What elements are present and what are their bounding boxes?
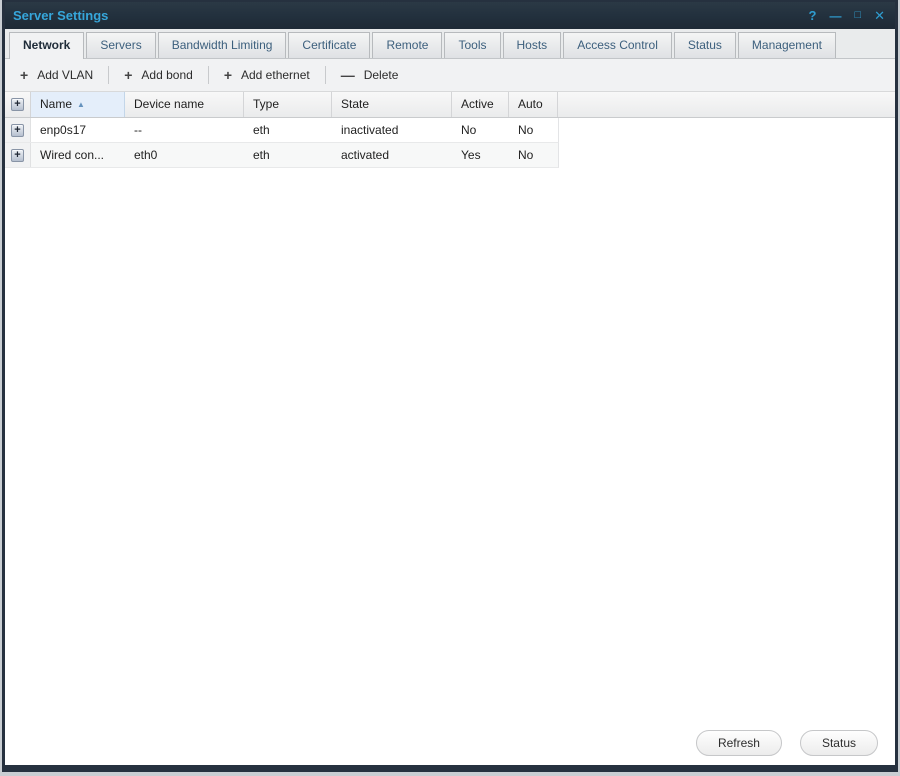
tab-remote[interactable]: Remote (372, 32, 442, 58)
expand-all-button[interactable]: + (5, 92, 31, 117)
cell-state: activated (332, 143, 452, 167)
toolbar-separator (208, 66, 209, 84)
delete-label: Delete (364, 68, 399, 82)
column-header-state[interactable]: State (332, 92, 452, 117)
tab-bar: Network Servers Bandwidth Limiting Certi… (5, 29, 895, 59)
tab-servers[interactable]: Servers (86, 32, 155, 58)
add-ethernet-button[interactable]: + Add ethernet (211, 63, 323, 87)
cell-name: Wired con... (31, 143, 125, 167)
tab-access-control[interactable]: Access Control (563, 32, 672, 58)
tab-management[interactable]: Management (738, 32, 836, 58)
tab-status[interactable]: Status (674, 32, 736, 58)
table-header: + Name ▲ Device name Type State Active A… (5, 92, 895, 118)
cell-device-name: eth0 (125, 143, 244, 167)
column-header-type[interactable]: Type (244, 92, 332, 117)
add-vlan-button[interactable]: + Add VLAN (7, 63, 106, 87)
row-expand-icon[interactable]: + (11, 124, 24, 137)
cell-auto: No (509, 118, 558, 142)
titlebar[interactable]: Server Settings ? — □ ✕ (5, 2, 895, 29)
window-title: Server Settings (13, 8, 108, 23)
close-icon[interactable]: ✕ (874, 9, 885, 22)
cell-active: No (452, 118, 509, 142)
column-header-filler (558, 92, 895, 117)
row-expander-cell: + (5, 143, 31, 167)
tab-network[interactable]: Network (9, 32, 84, 59)
column-header-active[interactable]: Active (452, 92, 509, 117)
refresh-button[interactable]: Refresh (696, 730, 782, 756)
plus-icon: + (224, 68, 232, 82)
table-row-wired-connection[interactable]: + Wired con... eth0 eth activated Yes No (5, 143, 559, 168)
maximize-icon[interactable]: □ (854, 10, 861, 21)
cell-type: eth (244, 143, 332, 167)
plus-icon: + (124, 68, 132, 82)
row-expand-icon[interactable]: + (11, 149, 24, 162)
row-expander-cell: + (5, 118, 31, 142)
window-controls: ? — □ ✕ (808, 9, 885, 22)
toolbar: + Add VLAN + Add bond + Add ethernet — D… (5, 59, 895, 92)
cell-state: inactivated (332, 118, 452, 142)
table-row-enp0s17[interactable]: + enp0s17 -- eth inactivated No No (5, 118, 559, 143)
expand-all-icon[interactable]: + (11, 98, 24, 111)
add-vlan-label: Add VLAN (37, 68, 93, 82)
column-header-name[interactable]: Name ▲ (31, 92, 125, 117)
cell-auto: No (509, 143, 558, 167)
toolbar-separator (108, 66, 109, 84)
footer: Refresh Status (5, 729, 895, 765)
help-icon[interactable]: ? (808, 9, 816, 22)
minus-icon: — (341, 68, 355, 82)
tab-certificate[interactable]: Certificate (288, 32, 370, 58)
cell-type: eth (244, 118, 332, 142)
tab-bandwidth-limiting[interactable]: Bandwidth Limiting (158, 32, 287, 58)
column-name-label: Name (40, 92, 72, 117)
column-header-auto[interactable]: Auto (509, 92, 558, 117)
sort-ascending-icon: ▲ (77, 101, 85, 109)
tab-hosts[interactable]: Hosts (503, 32, 562, 58)
status-button[interactable]: Status (800, 730, 878, 756)
add-ethernet-label: Add ethernet (241, 68, 310, 82)
add-bond-button[interactable]: + Add bond (111, 63, 206, 87)
delete-button[interactable]: — Delete (328, 63, 412, 87)
table-empty-area (5, 168, 895, 729)
minimize-icon[interactable]: — (829, 10, 841, 22)
cell-name: enp0s17 (31, 118, 125, 142)
plus-icon: + (20, 68, 28, 82)
cell-active: Yes (452, 143, 509, 167)
column-header-device-name[interactable]: Device name (125, 92, 244, 117)
server-settings-window: Server Settings ? — □ ✕ Network Servers … (2, 0, 898, 772)
add-bond-label: Add bond (141, 68, 192, 82)
cell-device-name: -- (125, 118, 244, 142)
toolbar-separator (325, 66, 326, 84)
tab-tools[interactable]: Tools (444, 32, 500, 58)
